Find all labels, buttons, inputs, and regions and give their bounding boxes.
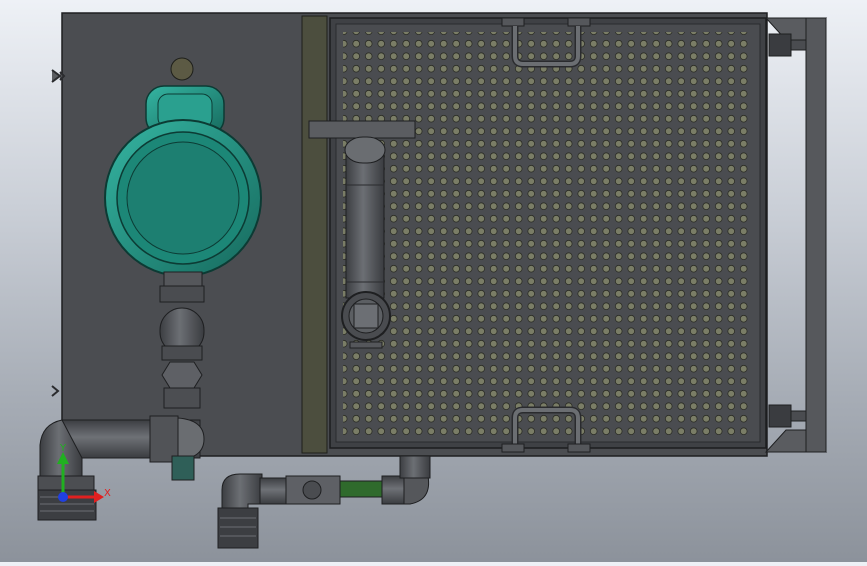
cad-viewport[interactable]: Y X [0,0,867,562]
side-handle[interactable] [764,17,828,453]
pump-cap [170,57,194,81]
triad-y-label: Y [59,443,67,454]
hex-nut [161,361,203,389]
pump-outlet[interactable] [159,307,205,409]
valve-body [302,480,322,500]
outlet-pipe[interactable] [217,455,431,549]
triad-x-label: X [104,488,111,499]
frame-strip [301,15,328,454]
valve-handle [339,480,383,498]
wing-nut-icon [51,385,60,397]
grill-holes [343,32,751,437]
model-canvas[interactable]: Y X [0,0,867,562]
